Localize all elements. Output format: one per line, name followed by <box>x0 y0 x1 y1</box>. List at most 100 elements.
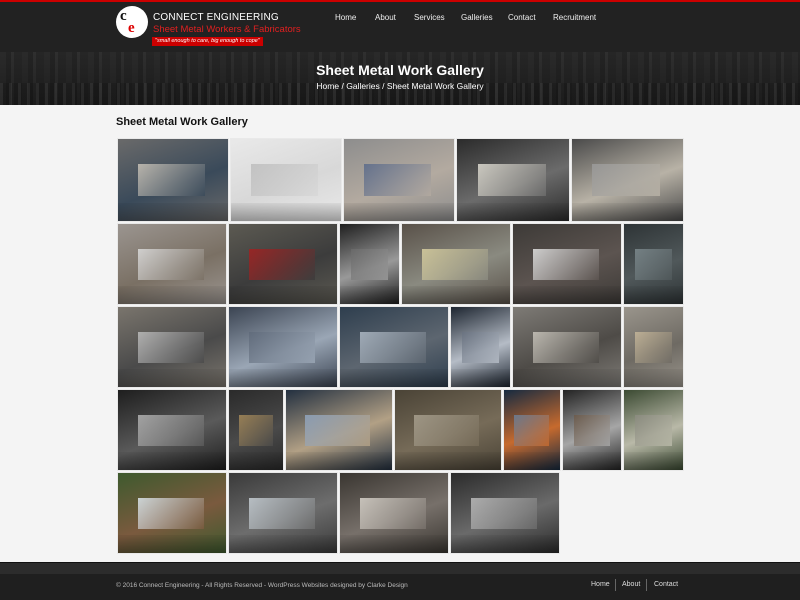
photo-subject <box>360 498 426 529</box>
footer-link-about[interactable]: About <box>622 581 640 588</box>
photo-floor <box>563 452 621 470</box>
gallery-thumbnail[interactable] <box>117 223 227 305</box>
gallery-thumbnail[interactable] <box>117 306 227 388</box>
photo-subject <box>138 249 204 280</box>
photo-subject <box>422 249 488 280</box>
gallery-thumbnail[interactable] <box>339 223 400 305</box>
nav-services[interactable]: Services <box>414 13 445 22</box>
photo-subject <box>138 498 204 529</box>
footer-link-home[interactable]: Home <box>591 581 610 588</box>
gallery-thumbnail[interactable] <box>228 306 338 388</box>
photo-subject <box>514 415 549 446</box>
page-banner <box>0 52 800 105</box>
logo-letter-c: c <box>120 8 127 24</box>
photo-subject <box>138 415 204 446</box>
photo-subject <box>360 332 426 363</box>
gallery-thumbnail[interactable] <box>228 472 338 554</box>
photo-subject <box>574 415 610 446</box>
photo-floor <box>118 369 226 387</box>
gallery-thumbnail[interactable] <box>339 306 449 388</box>
gallery-thumbnail[interactable] <box>450 306 511 388</box>
photo-subject <box>364 164 431 196</box>
photo-subject <box>305 415 370 446</box>
footer-divider <box>646 579 647 591</box>
gallery-thumbnail[interactable] <box>117 138 229 222</box>
photo-subject <box>239 415 273 446</box>
breadcrumb-galleries[interactable]: Galleries <box>346 81 380 91</box>
nav-home[interactable]: Home <box>335 13 356 22</box>
gallery-thumbnail[interactable] <box>343 138 455 222</box>
gallery-thumbnail[interactable] <box>228 223 338 305</box>
photo-subject <box>138 332 204 363</box>
gallery-thumbnail[interactable] <box>230 138 342 222</box>
photo-subject <box>351 249 388 280</box>
photo-floor <box>624 286 683 304</box>
breadcrumb-separator: / <box>341 81 344 91</box>
photo-subject <box>592 164 660 196</box>
gallery-thumbnail[interactable] <box>117 472 227 554</box>
photo-floor <box>118 452 226 470</box>
photo-subject <box>635 415 672 446</box>
photo-floor <box>504 452 560 470</box>
footer-divider <box>615 579 616 591</box>
gallery-thumbnail[interactable] <box>456 138 570 222</box>
gallery-thumbnail[interactable] <box>339 472 449 554</box>
gallery-thumbnail[interactable] <box>228 389 284 471</box>
brand-subtitle: Sheet Metal Workers & Fabricators <box>153 24 301 35</box>
photo-subject <box>533 249 599 280</box>
breadcrumb-home[interactable]: Home <box>316 81 339 91</box>
copyright-text: © 2016 Connect Engineering - All Rights … <box>116 582 408 589</box>
photo-floor <box>344 203 454 221</box>
ce-logo-icon[interactable]: c e <box>116 6 148 38</box>
brand-tagline: "small enough to care, big enough to cop… <box>152 37 263 46</box>
photo-floor <box>286 452 392 470</box>
photo-floor <box>513 369 621 387</box>
photo-floor <box>229 535 337 553</box>
breadcrumb-separator: / <box>382 81 385 91</box>
gallery-thumbnail[interactable] <box>623 389 684 471</box>
photo-floor <box>229 286 337 304</box>
breadcrumb-current: Sheet Metal Work Gallery <box>386 81 484 91</box>
gallery-thumbnail[interactable] <box>394 389 502 471</box>
gallery-thumbnail[interactable] <box>503 389 561 471</box>
photo-subject <box>471 498 537 529</box>
photo-floor <box>513 286 621 304</box>
gallery-thumbnail[interactable] <box>512 223 622 305</box>
breadcrumb: Home / Galleries / Sheet Metal Work Gall… <box>0 81 800 91</box>
photo-subject <box>462 332 499 363</box>
gallery-thumbnail[interactable] <box>450 472 560 554</box>
gallery-thumbnail[interactable] <box>512 306 622 388</box>
photo-floor <box>229 452 283 470</box>
photo-floor <box>624 452 683 470</box>
photo-floor <box>118 203 228 221</box>
photo-floor <box>231 203 341 221</box>
photo-subject <box>249 332 315 363</box>
nav-galleries[interactable]: Galleries <box>461 13 493 22</box>
photo-subject <box>138 164 205 196</box>
photo-floor <box>118 535 226 553</box>
nav-recruitment[interactable]: Recruitment <box>553 13 596 22</box>
photo-floor <box>229 369 337 387</box>
gallery-thumbnail[interactable] <box>117 389 227 471</box>
nav-contact[interactable]: Contact <box>508 13 536 22</box>
banner-title: Sheet Metal Work Gallery <box>316 62 484 78</box>
gallery-thumbnail[interactable] <box>571 138 684 222</box>
photo-floor <box>395 452 501 470</box>
footer-link-contact[interactable]: Contact <box>654 581 678 588</box>
photo-floor <box>340 286 399 304</box>
photo-floor <box>340 535 448 553</box>
brand-name[interactable]: CONNECT ENGINEERING <box>153 12 279 23</box>
gallery-thumbnail[interactable] <box>623 306 684 388</box>
photo-floor <box>451 369 510 387</box>
gallery-thumbnail[interactable] <box>401 223 511 305</box>
photo-floor <box>624 369 683 387</box>
photo-subject <box>635 249 672 280</box>
logo-letter-e: e <box>128 20 135 36</box>
gallery-thumbnail[interactable] <box>623 223 684 305</box>
gallery-thumbnail[interactable] <box>285 389 393 471</box>
gallery-thumbnail[interactable] <box>562 389 622 471</box>
footer-band <box>0 562 800 574</box>
photo-subject <box>249 498 315 529</box>
photo-subject <box>251 164 318 196</box>
nav-about[interactable]: About <box>375 13 396 22</box>
